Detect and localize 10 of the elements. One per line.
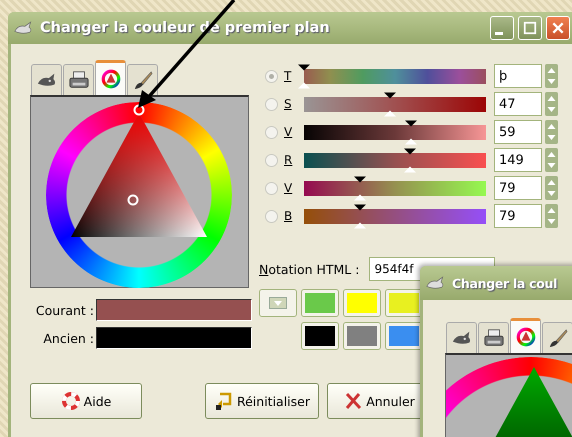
current-label: Courant :	[34, 302, 95, 318]
window-title: Changer la coul	[452, 276, 558, 290]
slider-label: R	[283, 153, 294, 167]
slider-label: V	[283, 125, 294, 139]
slider-label: S	[283, 97, 293, 111]
slider-label: T	[283, 69, 292, 83]
slider-label: V	[283, 181, 294, 195]
html-notation-label: Notation HTML :	[259, 262, 360, 276]
old-label: Ancien :	[42, 330, 95, 346]
slider-label: B	[283, 209, 294, 223]
